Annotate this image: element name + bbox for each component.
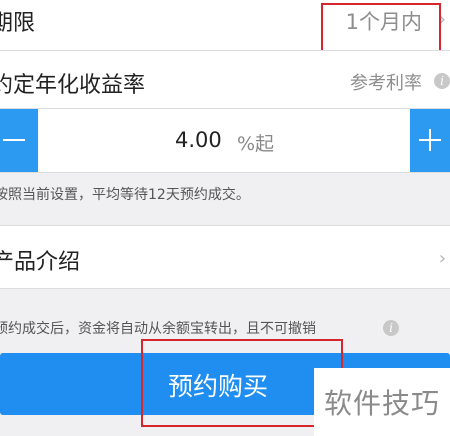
rate-label: 约定年化收益率 <box>0 73 146 98</box>
info-icon[interactable]: i <box>434 73 450 89</box>
rate-unit: %起 <box>237 133 275 155</box>
rate-row: 约定年化收益率 参考利率 i <box>0 51 450 108</box>
reference-rate-link[interactable]: 参考利率 <box>350 69 422 95</box>
transfer-notice: 预约成交后，资金将自动从余额宝转出，且不可撤销 <box>0 321 316 337</box>
highlight-box-buy <box>141 339 343 427</box>
divider <box>0 172 450 173</box>
decrease-button[interactable] <box>0 109 38 172</box>
watermark: 软件技巧 <box>314 368 450 436</box>
increase-button[interactable] <box>410 109 450 172</box>
product-intro-label: 产品介绍 <box>0 250 81 275</box>
wait-time-hint: 按照当前设置，平均等待12天预约成交。 <box>0 187 250 203</box>
rate-input[interactable]: 4.00 <box>175 128 222 152</box>
rate-stepper: 4.00 %起 <box>0 109 450 172</box>
chevron-right-icon: › <box>438 248 446 269</box>
info-icon[interactable]: i <box>383 320 399 336</box>
divider <box>0 288 450 289</box>
period-label: 期限 <box>0 11 36 36</box>
highlight-box-period <box>321 3 441 54</box>
minus-icon <box>3 139 25 141</box>
product-intro-row[interactable]: 产品介绍 › <box>0 226 450 288</box>
